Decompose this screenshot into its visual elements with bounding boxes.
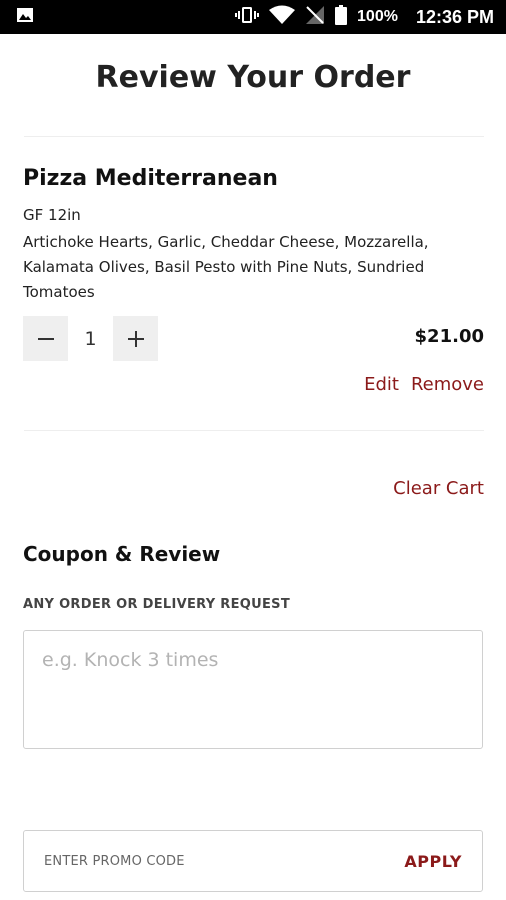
divider	[24, 430, 484, 431]
item-actions: Edit Remove	[364, 374, 484, 395]
apply-promo-button[interactable]: APPLY	[404, 852, 462, 871]
item-size: GF 12in	[23, 206, 81, 224]
signal-off-icon	[305, 5, 325, 30]
page-title: Review Your Order	[95, 60, 411, 95]
divider	[24, 136, 484, 137]
request-field-container	[23, 630, 483, 749]
clock: 12:36 PM	[415, 6, 494, 27]
promo-code-container: APPLY	[23, 830, 483, 892]
battery-percentage: 100%	[357, 8, 398, 25]
order-request-textarea[interactable]	[42, 649, 464, 730]
clear-cart-link[interactable]: Clear Cart	[393, 478, 484, 499]
item-toppings: Artichoke Hearts, Garlic, Cheddar Cheese…	[23, 233, 429, 301]
vibrate-icon	[235, 5, 260, 30]
wifi-icon	[269, 5, 296, 30]
quantity-stepper: 1	[23, 316, 158, 361]
plus-icon	[127, 330, 144, 347]
coupon-review-heading: Coupon & Review	[23, 542, 221, 566]
item-name: Pizza Mediterranean	[23, 166, 278, 191]
edit-item-link[interactable]: Edit	[364, 374, 399, 395]
status-bar: 100% 12:36 PM	[0, 0, 506, 34]
minus-icon	[37, 337, 54, 340]
quantity-value: 1	[84, 327, 97, 350]
increase-quantity-button[interactable]	[113, 316, 158, 361]
remove-item-link[interactable]: Remove	[411, 374, 484, 395]
decrease-quantity-button[interactable]	[23, 316, 68, 361]
battery-icon	[335, 4, 348, 30]
image-icon	[16, 6, 34, 28]
promo-code-input[interactable]	[42, 852, 405, 870]
request-label: ANY ORDER OR DELIVERY REQUEST	[23, 597, 291, 612]
item-price: $21.00	[414, 326, 484, 347]
